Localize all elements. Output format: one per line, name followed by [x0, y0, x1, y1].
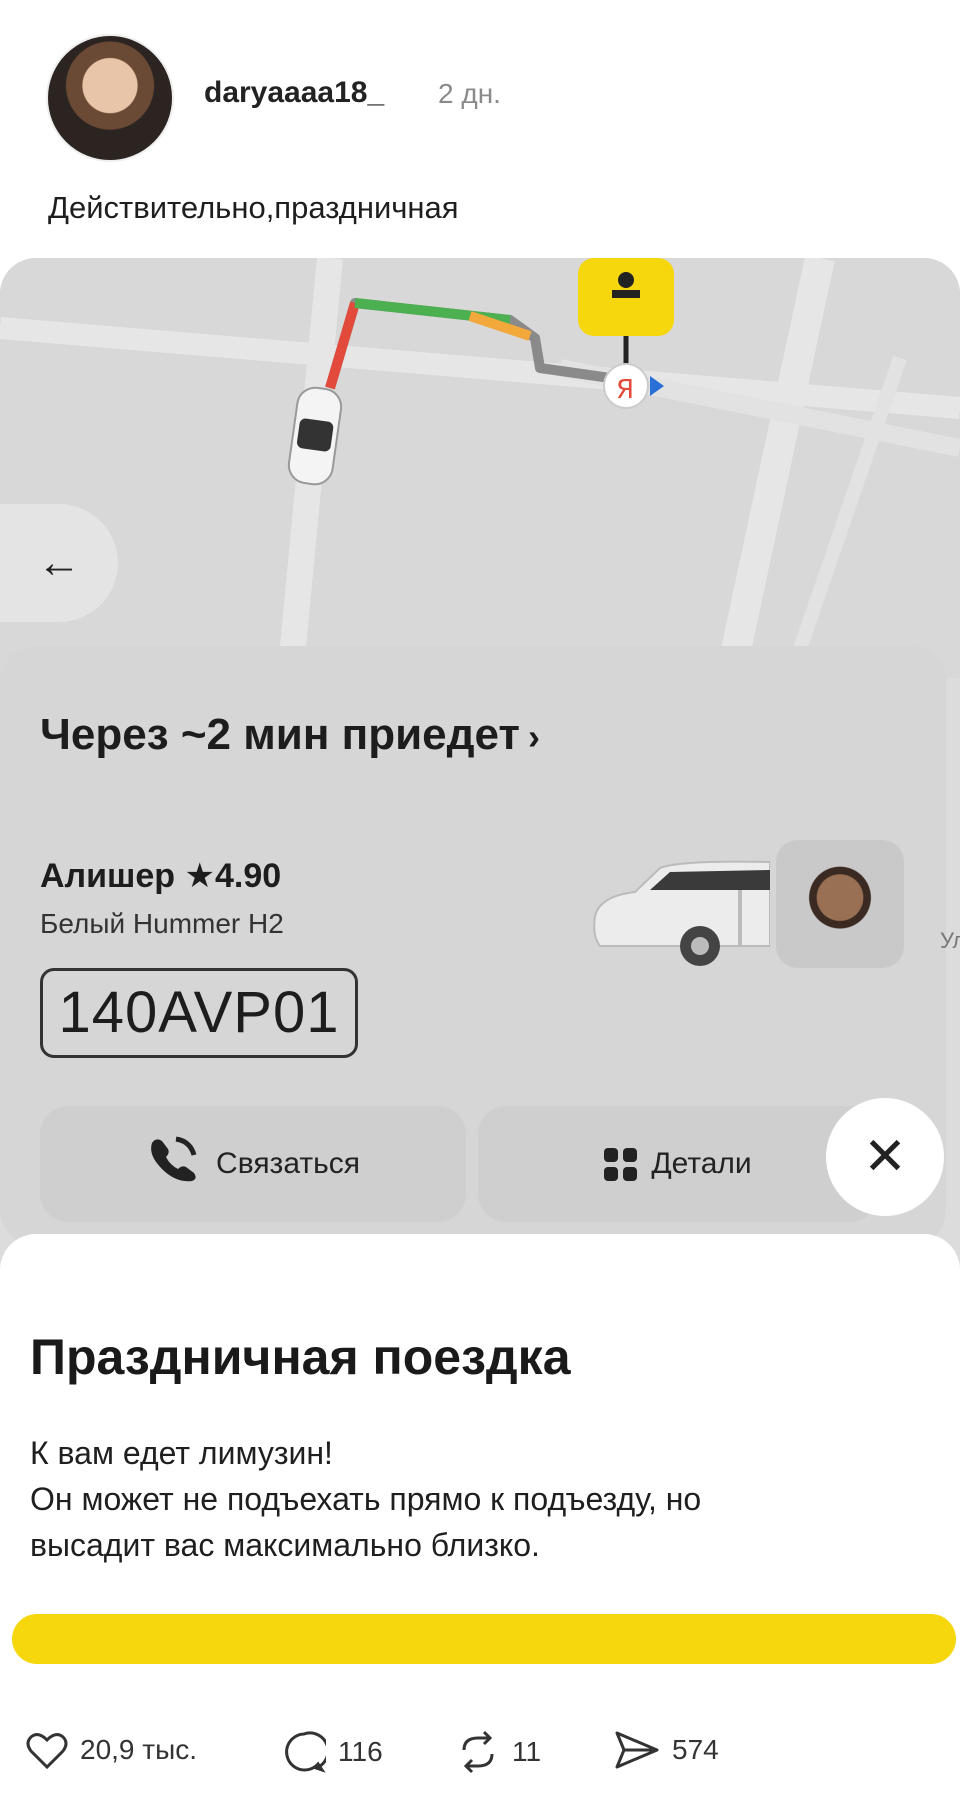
eta-text: Через ~2 мин приедет: [40, 710, 520, 759]
sheet-line-1: К вам едет лимузин!: [30, 1435, 333, 1471]
contact-button[interactable]: Связаться: [40, 1106, 466, 1222]
license-plate: 140AVP01: [40, 968, 358, 1058]
chevron-right-icon: ›: [527, 716, 540, 757]
repost-action[interactable]: 11: [456, 1730, 541, 1774]
heart-icon: [26, 1733, 68, 1770]
details-button[interactable]: Детали: [478, 1106, 878, 1222]
sheet-title: Праздничная поездка: [30, 1329, 571, 1385]
taxi-app-screenshot: Я ← Через ~2 мин приедет › Алишер ★4.90 Б…: [0, 258, 960, 1688]
street-label: Ул: [940, 928, 960, 953]
comment-action[interactable]: 116: [282, 1730, 383, 1774]
post-time: 2 дн.: [438, 78, 501, 109]
svg-text:Я: Я: [616, 375, 634, 405]
back-button[interactable]: ←: [0, 504, 118, 622]
post-header: daryaaaa18_ 2 дн.: [0, 0, 960, 180]
sheet-text: К вам едет лимузин! Он может не подъехат…: [30, 1430, 910, 1568]
share-action[interactable]: 574: [614, 1730, 719, 1770]
reposts-count: 11: [512, 1736, 542, 1767]
like-action[interactable]: 20,9 тыс.: [26, 1730, 197, 1770]
post-actions: 20,9 тыс. 116 11 574: [0, 1730, 960, 1786]
car-model: Белый Hummer H2: [40, 908, 284, 939]
phone-icon: [146, 1135, 202, 1193]
sheet-line-2: Он может не подъехать прямо к подъезду, …: [30, 1481, 702, 1517]
festive-ride-sheet: Праздничная поездка К вам едет лимузин! …: [0, 1234, 960, 1688]
map[interactable]: Я ←: [0, 258, 960, 678]
driver-name: Алишер ★4.90: [40, 857, 282, 895]
likes-count: 20,9 тыс.: [80, 1734, 198, 1765]
username[interactable]: daryaaaa18_: [204, 76, 384, 110]
map-graphic: Я: [0, 258, 960, 678]
eta-heading[interactable]: Через ~2 мин приедет ›: [40, 710, 540, 760]
confirm-button[interactable]: [12, 1614, 956, 1664]
sheet-line-3: высадит вас максимально близко.: [30, 1527, 540, 1563]
send-icon: [615, 1731, 659, 1769]
driver-photo: [776, 840, 904, 968]
comment-icon: [285, 1731, 326, 1773]
repost-icon: [462, 1730, 494, 1774]
comments-count: 116: [338, 1736, 383, 1767]
post-caption: Действительно,праздничная: [48, 190, 459, 225]
ride-card: Через ~2 мин приедет › Алишер ★4.90 Белый…: [0, 646, 946, 1246]
grid-icon: [604, 1147, 638, 1181]
details-label: Детали: [651, 1147, 752, 1180]
contact-label: Связаться: [216, 1147, 360, 1180]
avatar[interactable]: [46, 34, 174, 162]
shares-count: 574: [672, 1734, 719, 1765]
close-button[interactable]: ✕: [826, 1098, 944, 1216]
car-image: [593, 860, 770, 966]
